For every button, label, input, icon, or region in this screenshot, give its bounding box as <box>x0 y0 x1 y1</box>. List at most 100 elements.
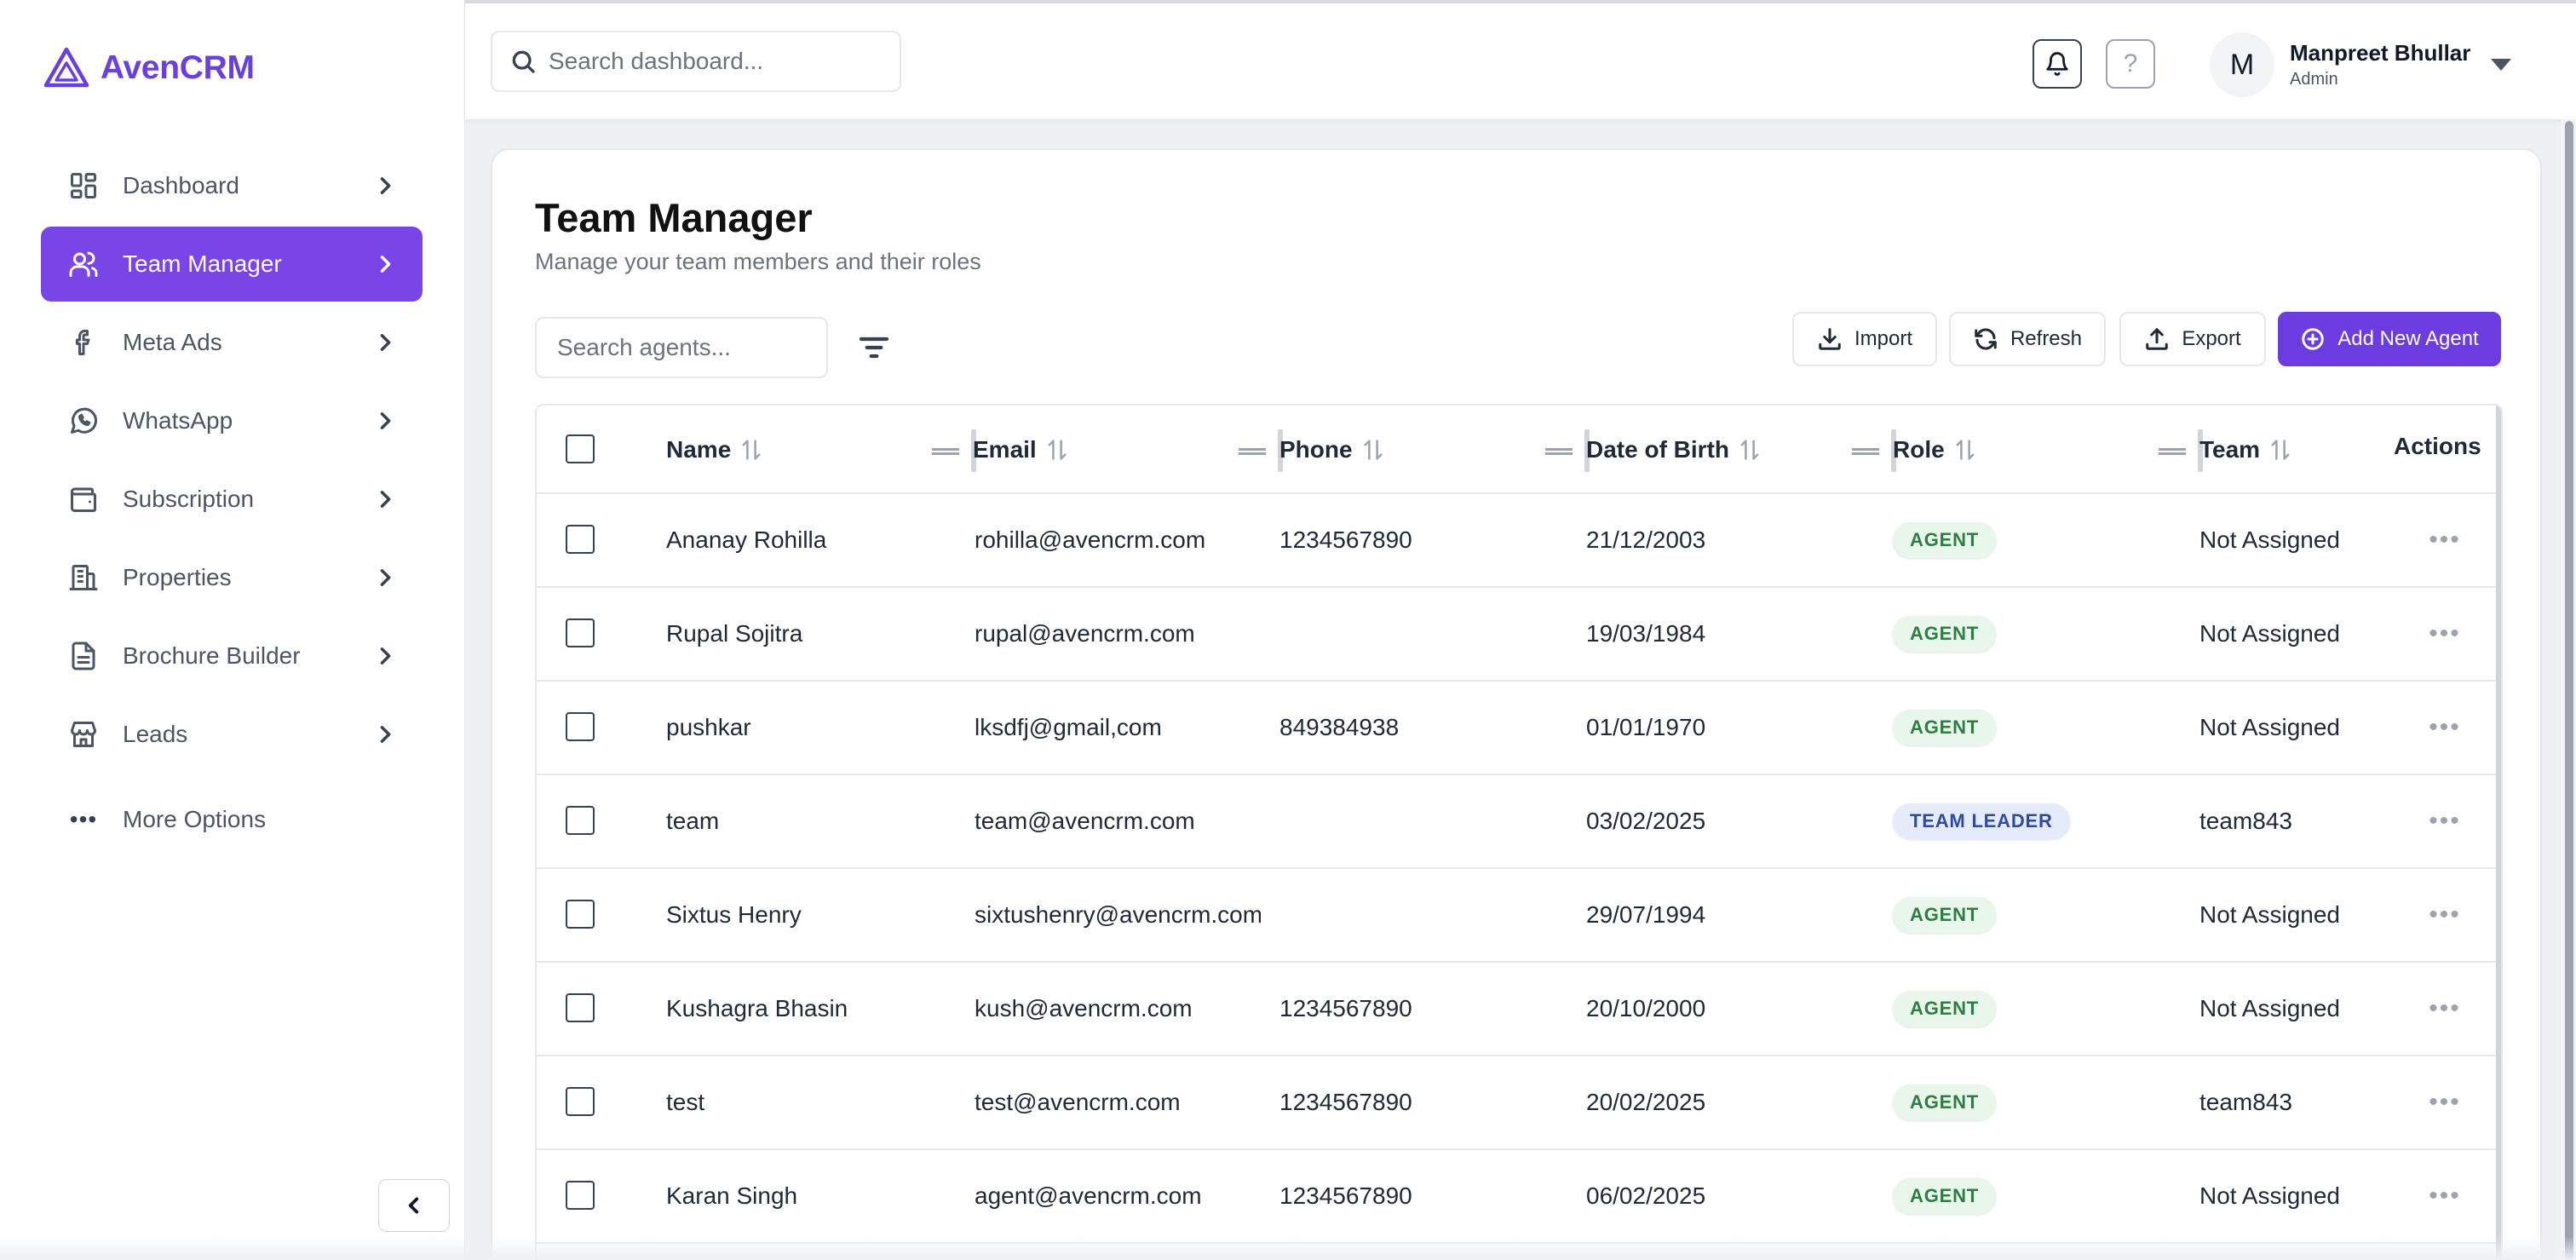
user-role: Admin <box>2290 70 2338 89</box>
column-resize-handle-icon[interactable] <box>1852 448 1879 455</box>
column-header-actions: Actions <box>2394 406 2501 491</box>
table-row[interactable]: team team@avencrm.com 03/02/2025 TEAM LE… <box>537 775 2501 869</box>
sidebar-item-brochure-builder[interactable]: Brochure Builder <box>41 618 423 693</box>
cell-email: kush@avencrm.com <box>975 995 1193 1021</box>
sort-icon[interactable] <box>1045 437 1069 463</box>
row-actions-button[interactable]: ••• <box>2419 1150 2470 1242</box>
facebook-icon <box>66 325 101 360</box>
cell-team: team843 <box>2199 1089 2292 1115</box>
filter-icon[interactable] <box>857 331 891 365</box>
table-row[interactable]: pushkar lksdfj@gmail,com 849384938 01/01… <box>537 682 2501 775</box>
column-header-name[interactable]: Name <box>666 406 976 494</box>
chevron-right-icon <box>373 644 397 668</box>
sidebar: AvenCRM Dashboard Team Manager Meta Ads <box>0 0 465 1260</box>
sort-icon[interactable] <box>739 437 763 463</box>
row-actions-button[interactable]: ••• <box>2419 963 2470 1055</box>
page-scrollbar-thumb[interactable] <box>2565 121 2573 1260</box>
notifications-button[interactable] <box>2033 39 2082 89</box>
user-menu[interactable]: M Manpreet Bhullar Admin <box>2210 32 2512 97</box>
refresh-icon <box>1975 328 1997 350</box>
column-label: Name <box>666 436 732 463</box>
cell-phone <box>1279 775 1569 867</box>
column-header-role[interactable]: Role <box>1893 406 2203 494</box>
sort-icon[interactable] <box>2268 437 2292 463</box>
cell-date-of-birth: 29/07/1994 <box>1586 901 1706 928</box>
column-header-date-of-birth[interactable]: Date of Birth <box>1586 406 1896 494</box>
cell-role: AGENT <box>1893 494 2182 586</box>
select-all-checkbox[interactable] <box>566 434 595 463</box>
chevron-right-icon <box>373 487 397 511</box>
row-checkbox[interactable] <box>566 1087 595 1116</box>
row-checkbox[interactable] <box>566 712 595 741</box>
column-header-email[interactable]: Email <box>973 406 1283 494</box>
cell-name: team <box>666 808 720 834</box>
table-row[interactable]: test test@avencrm.com 1234567890 20/02/2… <box>537 1056 2501 1150</box>
row-actions-button[interactable]: ••• <box>2419 869 2470 961</box>
cell-role: AGENT <box>1893 1056 2182 1148</box>
row-actions-button[interactable]: ••• <box>2419 775 2470 867</box>
column-resize-handle-icon[interactable] <box>1545 448 1573 455</box>
table-row[interactable]: Sixtus Henry sixtushenry@avencrm.com 29/… <box>537 869 2501 963</box>
row-checkbox[interactable] <box>566 1181 595 1210</box>
help-button[interactable]: ? <box>2106 39 2155 89</box>
caret-down-icon[interactable] <box>2491 59 2512 71</box>
table-row[interactable]: Karan Singh agent@avencrm.com 1234567890… <box>537 1150 2501 1244</box>
row-checkbox[interactable] <box>566 525 595 554</box>
sidebar-item-subscription[interactable]: Subscription <box>41 462 423 537</box>
sidebar-more-options[interactable]: ••• More Options <box>41 782 423 857</box>
collapse-sidebar-button[interactable] <box>378 1179 450 1232</box>
row-checkbox[interactable] <box>566 900 595 929</box>
cell-email: test@avencrm.com <box>975 1089 1181 1115</box>
column-header-team[interactable]: Team <box>2199 406 2387 494</box>
sidebar-item-label: WhatsApp <box>123 407 233 434</box>
table-row[interactable]: Kushagra Bhasin kush@avencrm.com 1234567… <box>537 963 2501 1056</box>
row-checkbox[interactable] <box>566 806 595 835</box>
more-horizontal-icon: ••• <box>2429 807 2461 835</box>
row-checkbox[interactable] <box>566 993 595 1022</box>
sidebar-item-properties[interactable]: Properties <box>41 540 423 615</box>
dashboard-search-input[interactable] <box>549 48 889 75</box>
refresh-button[interactable]: Refresh <box>1949 312 2106 366</box>
sidebar-item-label: Brochure Builder <box>123 642 301 669</box>
role-badge: AGENT <box>1893 897 1996 933</box>
cell-team: Not Assigned <box>2199 901 2340 928</box>
whatsapp-icon <box>66 404 101 438</box>
sort-icon[interactable] <box>1361 437 1385 463</box>
cell-name: pushkar <box>666 714 751 740</box>
column-resize-handle-icon[interactable] <box>1239 448 1266 455</box>
table-row[interactable]: Ananay Rohilla rohilla@avencrm.com 12345… <box>537 494 2501 588</box>
dashboard-search[interactable] <box>491 31 901 92</box>
refresh-button-label: Refresh <box>2010 327 2083 350</box>
row-actions-button[interactable]: ••• <box>2419 494 2470 586</box>
row-actions-button[interactable]: ••• <box>2419 682 2470 774</box>
add-new-agent-button[interactable]: Add New Agent <box>2278 312 2501 366</box>
agents-table: Name Email Phone Date of Birth Role Team… <box>535 404 2503 1260</box>
row-actions-button[interactable]: ••• <box>2419 1056 2470 1148</box>
sidebar-item-dashboard[interactable]: Dashboard <box>41 148 423 223</box>
cell-date-of-birth: 21/12/2003 <box>1586 526 1706 553</box>
sidebar-item-team-manager[interactable]: Team Manager <box>41 227 423 302</box>
chevron-right-icon <box>373 174 397 198</box>
sort-icon[interactable] <box>1953 437 1977 463</box>
page-title: Team Manager <box>535 195 813 240</box>
brand-logo[interactable]: AvenCRM <box>43 44 255 92</box>
sidebar-item-leads[interactable]: Leads <box>41 697 423 772</box>
row-actions-button[interactable]: ••• <box>2419 588 2470 680</box>
table-row[interactable]: Rupal Sojitra rupal@avencrm.com 19/03/19… <box>537 588 2501 682</box>
export-button[interactable]: Export <box>2119 312 2266 366</box>
agent-search-input[interactable] <box>535 317 828 378</box>
row-checkbox[interactable] <box>566 618 595 647</box>
bell-icon <box>2046 52 2068 76</box>
column-label: Date of Birth <box>1586 436 1729 463</box>
sort-icon[interactable] <box>1738 437 1762 463</box>
ellipsis-icon: ••• <box>69 806 98 832</box>
column-resize-handle-icon[interactable] <box>2159 448 2186 455</box>
import-button[interactable]: Import <box>1792 312 1937 366</box>
sidebar-item-meta-ads[interactable]: Meta Ads <box>41 305 423 380</box>
chevron-right-icon <box>373 409 397 433</box>
cell-date-of-birth: 01/01/1970 <box>1586 714 1706 740</box>
column-resize-handle-icon[interactable] <box>932 448 959 455</box>
column-header-phone[interactable]: Phone <box>1279 406 1590 494</box>
cell-name: Kushagra Bhasin <box>666 995 848 1021</box>
sidebar-item-whatsapp[interactable]: WhatsApp <box>41 383 423 458</box>
